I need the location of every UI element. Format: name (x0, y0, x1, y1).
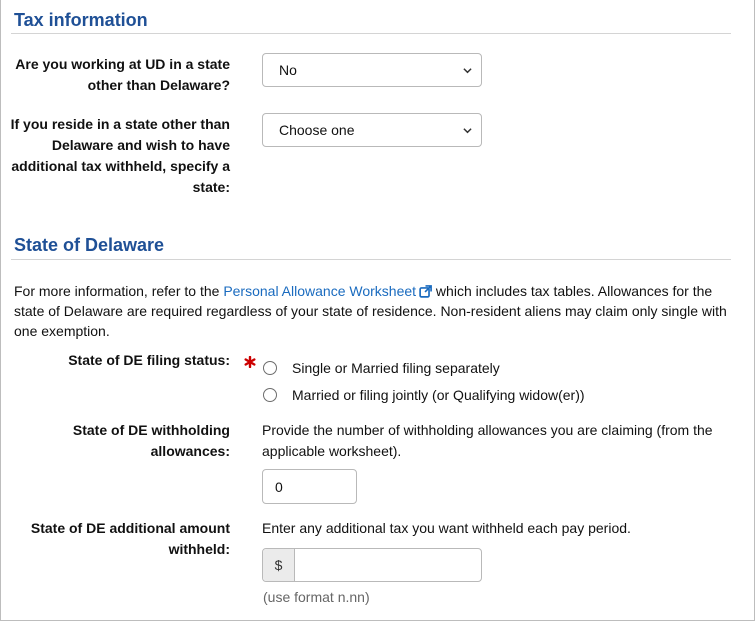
tax-information-heading: Tax information (14, 10, 148, 30)
radio-button[interactable] (263, 361, 277, 375)
reside-state-value: Choose one (279, 122, 355, 138)
currency-addon: $ (263, 549, 295, 581)
working-state-value: No (279, 62, 297, 78)
format-hint: (use format n.nn) (263, 589, 370, 605)
filing-status-label: State of DE filing status: (68, 352, 230, 368)
reside-state-label: If you reside in a state other than Dela… (10, 116, 230, 195)
working-state-select[interactable]: No (262, 53, 482, 87)
delaware-intro-text: For more information, refer to the Perso… (14, 281, 734, 341)
allowances-label: State of DE withholding allowances: (72, 422, 230, 459)
filing-option-label: Married or filing jointly (or Qualifying… (292, 387, 585, 403)
filing-option-single[interactable]: Single or Married filing separately (263, 360, 500, 376)
chevron-down-icon (463, 128, 472, 134)
required-asterisk-icon (244, 356, 256, 368)
allowances-input[interactable]: 0 (262, 469, 357, 504)
allowances-value: 0 (275, 478, 283, 495)
personal-allowance-worksheet-link[interactable]: Personal Allowance Worksheet (223, 283, 432, 299)
reside-state-select[interactable]: Choose one (262, 113, 482, 147)
working-state-label: Are you working at UD in a state other t… (15, 56, 230, 93)
filing-option-married[interactable]: Married or filing jointly (or Qualifying… (263, 387, 585, 403)
radio-button[interactable] (263, 388, 277, 402)
additional-amount-label: State of DE additional amount withheld: (30, 520, 230, 557)
intro-text-before: For more information, refer to the (14, 283, 224, 299)
external-link-icon (419, 285, 432, 298)
section-divider (11, 259, 731, 260)
additional-amount-input[interactable] (295, 549, 481, 581)
chevron-down-icon (463, 68, 472, 74)
filing-option-label: Single or Married filing separately (292, 360, 500, 376)
allowances-help-text: Provide the number of withholding allowa… (262, 422, 713, 459)
section-divider (11, 33, 731, 34)
additional-amount-field[interactable]: $ (262, 548, 482, 582)
tax-form: Tax information Are you working at UD in… (0, 0, 755, 621)
state-of-delaware-heading: State of Delaware (14, 235, 165, 255)
additional-amount-help-text: Enter any additional tax you want withhe… (262, 520, 631, 536)
